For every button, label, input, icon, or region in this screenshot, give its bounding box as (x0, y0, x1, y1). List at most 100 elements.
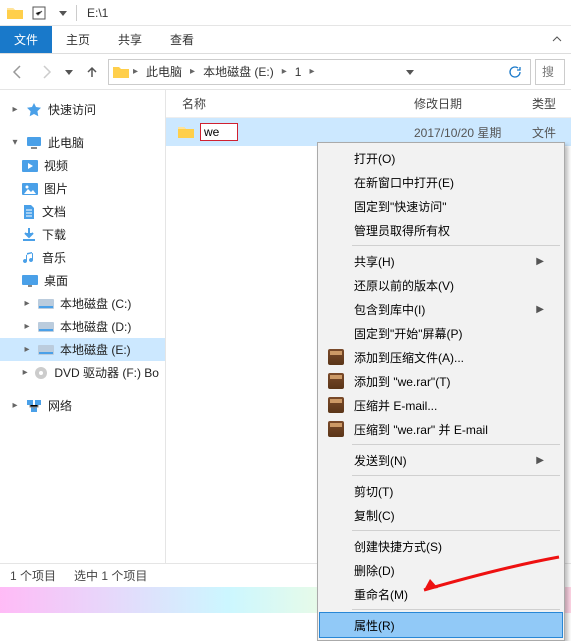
menu-item[interactable]: 包含到库中(I)▶ (320, 297, 562, 321)
nav-quick-access[interactable]: ▸ 快速访问 (0, 98, 165, 121)
item-count: 1 个项目 (10, 567, 56, 584)
menu-item[interactable]: 重命名(M) (320, 582, 562, 606)
navigation-pane: ▸ 快速访问 ▾ 此电脑 视频 图片 文档 下载 音乐 桌面 ▸本地磁盘 (C:… (0, 90, 166, 563)
window-title: E:\1 (87, 6, 108, 20)
menu-item[interactable]: 在新窗口中打开(E) (320, 170, 562, 194)
menu-item-label: 固定到"开始"屏幕(P) (354, 325, 463, 342)
nav-drive-e[interactable]: ▸本地磁盘 (E:) (0, 338, 165, 361)
menu-item-label: 在新窗口中打开(E) (354, 174, 454, 191)
menu-item[interactable]: 添加到 "we.rar"(T) (320, 369, 562, 393)
forward-button[interactable] (34, 60, 58, 84)
menu-item[interactable]: 管理员取得所有权 (320, 218, 562, 242)
nav-downloads[interactable]: 下载 (0, 223, 165, 246)
rar-icon (326, 372, 346, 390)
navigation-bar: ▸ 此电脑 ▸ 本地磁盘 (E:) ▸ 1 ▸ 搜 (0, 54, 571, 90)
menu-item[interactable]: 发送到(N) ▶ (320, 448, 562, 472)
ribbon: 文件 主页 共享 查看 (0, 26, 571, 54)
star-icon (26, 102, 42, 118)
download-icon (22, 228, 36, 242)
col-date[interactable]: 修改日期 (414, 95, 532, 112)
rar-icon (326, 396, 346, 414)
pc-icon (26, 136, 42, 150)
nav-dvd-drive[interactable]: ▸DVD 驱动器 (F:) Bo (0, 361, 165, 384)
menu-item-label: 管理员取得所有权 (354, 222, 450, 239)
crumb-drive[interactable]: 本地磁盘 (E:) (199, 63, 278, 80)
tab-share[interactable]: 共享 (104, 26, 156, 53)
refresh-icon[interactable] (504, 65, 526, 79)
menu-item-label: 创建快捷方式(S) (354, 538, 442, 555)
history-dropdown-icon[interactable] (402, 68, 418, 76)
nav-drive-d[interactable]: ▸本地磁盘 (D:) (0, 315, 165, 338)
menu-item[interactable]: 删除(D) (320, 558, 562, 582)
menu-item[interactable]: 固定到"快速访问" (320, 194, 562, 218)
menu-item-label: 发送到(N) (354, 452, 407, 469)
menu-separator (352, 245, 560, 246)
back-button[interactable] (6, 60, 30, 84)
address-bar[interactable]: ▸ 此电脑 ▸ 本地磁盘 (E:) ▸ 1 ▸ (108, 59, 531, 85)
crumb-folder[interactable]: 1 (291, 65, 306, 79)
tab-home[interactable]: 主页 (52, 26, 104, 53)
menu-item[interactable]: 打开(O) (320, 146, 562, 170)
context-menu: 打开(O)在新窗口中打开(E)固定到"快速访问"管理员取得所有权共享(H)▶还原… (317, 142, 565, 641)
menu-item-label: 属性(R) (354, 617, 395, 634)
nav-this-pc[interactable]: ▾ 此电脑 (0, 131, 165, 154)
chevron-right-icon: ▸ (22, 344, 32, 355)
chevron-right-icon: ▸ (22, 367, 28, 378)
nav-network[interactable]: ▸网络 (0, 394, 165, 417)
chevron-down-icon: ▾ (10, 137, 20, 148)
nav-pictures[interactable]: 图片 (0, 177, 165, 200)
ribbon-expand-icon[interactable] (543, 26, 571, 53)
menu-item[interactable]: 复制(C) (320, 503, 562, 527)
rename-input[interactable]: we (200, 123, 238, 141)
chevron-right-icon: ▸ (10, 400, 20, 411)
chevron-right-icon[interactable]: ▸ (280, 66, 289, 77)
nav-desktop[interactable]: 桌面 (0, 269, 165, 292)
drive-icon (38, 345, 54, 355)
video-icon (22, 160, 38, 172)
network-icon (26, 399, 42, 413)
menu-item-label: 固定到"快速访问" (354, 198, 447, 215)
nav-drive-c[interactable]: ▸本地磁盘 (C:) (0, 292, 165, 315)
menu-item[interactable]: 还原以前的版本(V) (320, 273, 562, 297)
file-tab[interactable]: 文件 (0, 26, 52, 53)
qat-separator (76, 5, 77, 21)
menu-item[interactable]: 压缩并 E-mail... (320, 393, 562, 417)
search-placeholder: 搜 (542, 63, 554, 80)
menu-item[interactable]: 共享(H)▶ (320, 249, 562, 273)
menu-item-label: 共享(H) (354, 253, 395, 270)
submenu-arrow-icon: ▶ (536, 455, 544, 466)
chevron-right-icon[interactable]: ▸ (307, 66, 316, 77)
up-button[interactable] (80, 60, 104, 84)
col-name[interactable]: 名称 (166, 95, 414, 112)
menu-item-label: 添加到压缩文件(A)... (354, 349, 464, 366)
file-type: 文件 (532, 124, 571, 141)
menu-item-label: 压缩到 "we.rar" 并 E-mail (354, 421, 488, 438)
menu-item[interactable]: 创建快捷方式(S) (320, 534, 562, 558)
disc-icon (34, 366, 48, 380)
menu-separator (352, 609, 560, 610)
chevron-right-icon[interactable]: ▸ (188, 66, 197, 77)
qat-dropdown-icon[interactable] (52, 2, 74, 24)
menu-item-label: 还原以前的版本(V) (354, 277, 454, 294)
menu-item[interactable]: 固定到"开始"屏幕(P) (320, 321, 562, 345)
chevron-right-icon: ▸ (22, 298, 32, 309)
chevron-right-icon[interactable]: ▸ (131, 66, 140, 77)
nav-videos[interactable]: 视频 (0, 154, 165, 177)
crumb-this-pc[interactable]: 此电脑 (142, 63, 186, 80)
rar-icon (326, 420, 346, 438)
nav-documents[interactable]: 文档 (0, 200, 165, 223)
menu-item[interactable]: 属性(R) (320, 613, 562, 637)
col-type[interactable]: 类型 (532, 95, 571, 112)
menu-item[interactable]: 剪切(T) (320, 479, 562, 503)
nav-music[interactable]: 音乐 (0, 246, 165, 269)
recent-dropdown-icon[interactable] (62, 68, 76, 76)
drive-icon (38, 299, 54, 309)
menu-item[interactable]: 添加到压缩文件(A)... (320, 345, 562, 369)
qat-properties-icon[interactable] (28, 2, 50, 24)
drive-icon (38, 322, 54, 332)
file-date: 2017/10/20 星期 (414, 124, 532, 141)
tab-view[interactable]: 查看 (156, 26, 208, 53)
search-input[interactable]: 搜 (535, 59, 565, 85)
menu-item[interactable]: 压缩到 "we.rar" 并 E-mail (320, 417, 562, 441)
rar-icon (326, 348, 346, 366)
